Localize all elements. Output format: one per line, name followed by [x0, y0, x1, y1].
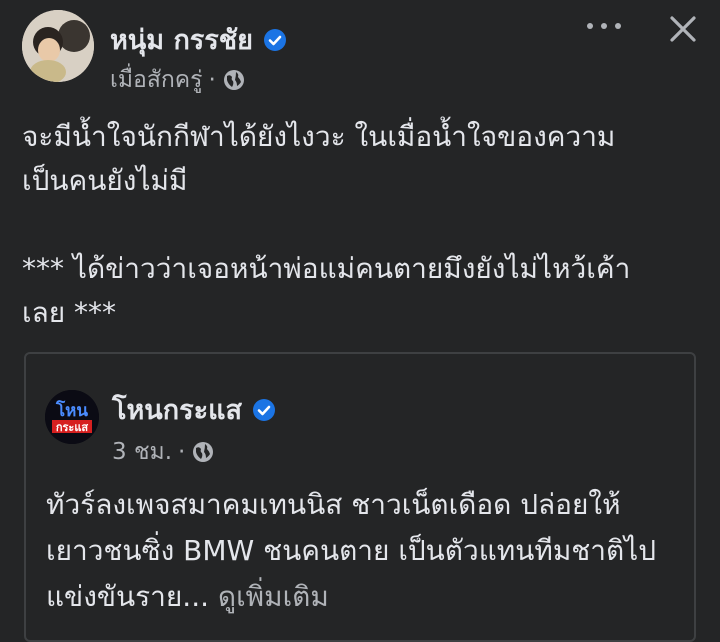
see-more-link[interactable]: ดูเพิ่มเติม: [218, 580, 329, 613]
shared-post-card[interactable]: โหน กระแส โหนกระแส 3 ชม. · ทัวร์ลงเพจสมา…: [24, 352, 696, 642]
more-dot: [615, 23, 621, 29]
more-dot: [601, 23, 607, 29]
verified-badge-icon: [253, 398, 275, 421]
post-text: จะมีน้ำใจนักกีฬาได้ยังไงวะ ในเมื่อน้ำใจข…: [22, 120, 631, 329]
post-timestamp[interactable]: เมื่อสักครู่: [110, 62, 203, 98]
avatar-photo: [22, 10, 94, 82]
more-dot: [587, 23, 593, 29]
shared-text-body: ทัวร์ลงเพจสมาคมเทนนิส ชาวเน็ตเดือด ปล่อย…: [46, 488, 657, 613]
author-name[interactable]: หนุ่ม กรรชัย: [110, 18, 253, 61]
svg-text:โหน: โหน: [55, 400, 88, 421]
shared-meta-separator: ·: [178, 439, 186, 465]
globe-icon[interactable]: [191, 440, 215, 464]
svg-text:กระแส: กระแส: [56, 421, 89, 434]
shared-timestamp[interactable]: 3 ชม.: [112, 434, 172, 470]
shared-post-text: ทัวร์ลงเพจสมาคมเทนนิส ชาวเน็ตเดือด ปล่อย…: [46, 482, 686, 620]
more-options-button[interactable]: [587, 14, 621, 38]
author-avatar[interactable]: [22, 10, 94, 82]
close-icon[interactable]: [664, 10, 702, 48]
globe-icon[interactable]: [222, 68, 246, 92]
verified-badge-icon: [263, 28, 286, 51]
meta-separator: ·: [208, 67, 216, 93]
page-logo-image: โหน กระแส: [45, 390, 99, 444]
shared-page-name[interactable]: โหนกระแส: [112, 388, 242, 431]
page-logo[interactable]: โหน กระแส: [45, 390, 99, 444]
